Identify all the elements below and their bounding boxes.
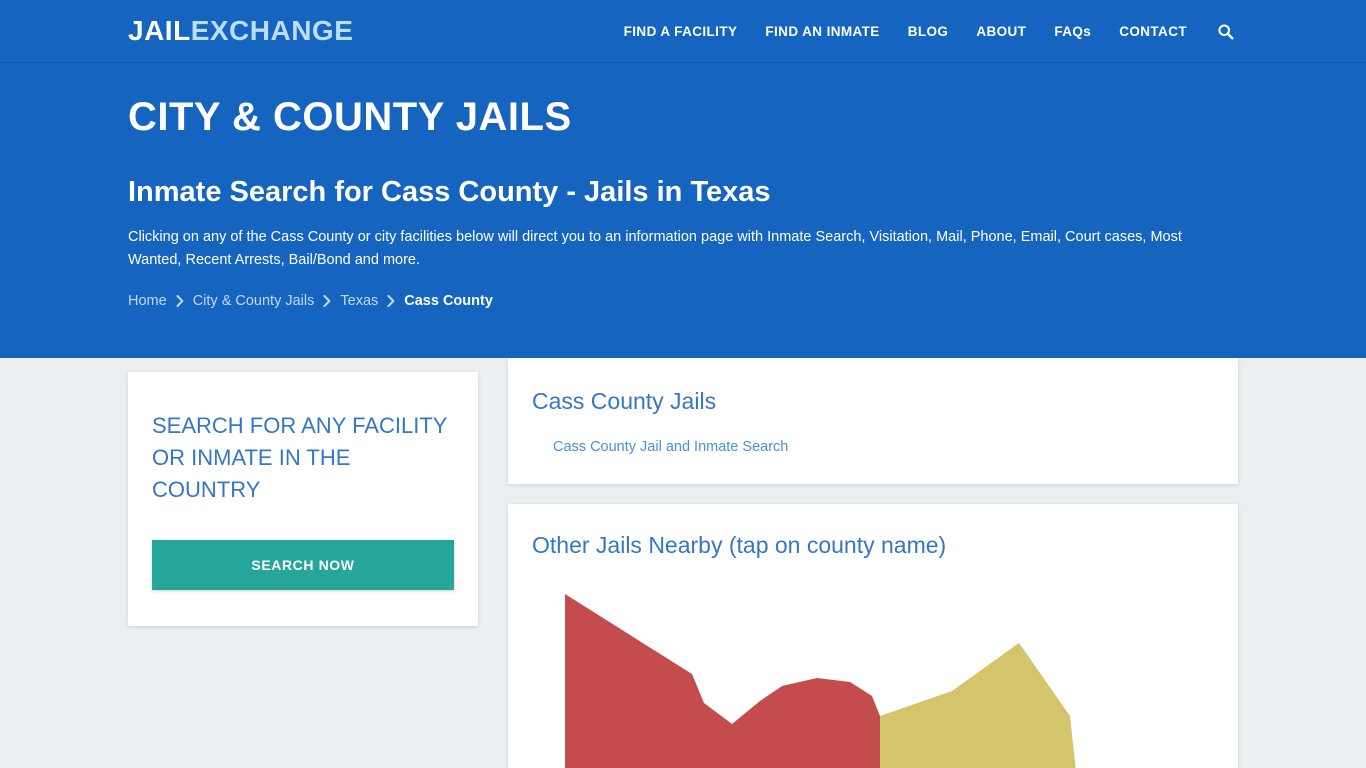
nav-item-faqs[interactable]: FAQs <box>1040 24 1105 39</box>
chevron-right-icon <box>387 295 395 308</box>
county-jails-card: Cass County Jails Cass County Jail and I… <box>508 358 1238 484</box>
nav-item-blog[interactable]: BLOG <box>894 24 963 39</box>
sidebar-column: SEARCH FOR ANY FACILITY OR INMATE IN THE… <box>128 372 478 626</box>
other-jails-nearby-heading: Other Jails Nearby (tap on county name) <box>532 531 947 558</box>
logo-text-exchange: EXCHANGE <box>190 15 354 46</box>
chevron-right-icon <box>323 295 331 308</box>
nav-item-find-an-inmate[interactable]: FIND AN INMATE <box>751 24 893 39</box>
county-map[interactable] <box>532 581 1214 768</box>
search-card-title: SEARCH FOR ANY FACILITY OR INMATE IN THE… <box>152 413 448 502</box>
page-title: CITY & COUNTY JAILS <box>128 95 572 139</box>
breadcrumb-item-city-county-jails[interactable]: City & County Jails <box>193 293 315 309</box>
breadcrumb-item-cass-county: Cass County <box>404 293 493 310</box>
county-region-yellow[interactable] <box>880 643 1077 768</box>
county-jails-heading: Cass County Jails <box>532 388 717 414</box>
main-menu: FIND A FACILITY FIND AN INMATE BLOG ABOU… <box>610 23 1238 40</box>
page-subtitle: Inmate Search for Cass County - Jails in… <box>128 176 771 208</box>
page-description: Clicking on any of the Cass County or ci… <box>128 229 1182 268</box>
nav-item-about[interactable]: ABOUT <box>962 24 1040 39</box>
search-now-button[interactable]: SEARCH NOW <box>152 539 454 590</box>
nav-item-find-a-facility[interactable]: FIND A FACILITY <box>610 24 752 39</box>
logo-text-jail: JAIL <box>128 15 191 46</box>
jail-link-list: Cass County Jail and Inmate Search <box>532 438 1214 456</box>
hero-banner: CITY & COUNTY JAILS Inmate Search for Ca… <box>0 63 1366 358</box>
breadcrumb-item-home[interactable]: Home <box>128 293 167 309</box>
county-region-red[interactable] <box>565 594 880 768</box>
main-column: Cass County Jails Cass County Jail and I… <box>508 358 1238 768</box>
site-logo[interactable]: JAILEXCHANGE <box>128 17 353 45</box>
nav-item-contact[interactable]: CONTACT <box>1105 24 1201 39</box>
list-item: Cass County Jail and Inmate Search <box>532 438 1214 456</box>
search-facility-card: SEARCH FOR ANY FACILITY OR INMATE IN THE… <box>128 372 478 626</box>
chevron-right-icon <box>176 295 184 308</box>
breadcrumb-item-texas[interactable]: Texas <box>340 293 378 309</box>
jail-link-cass-county-jail-and-inmate-search[interactable]: Cass County Jail and Inmate Search <box>553 439 788 455</box>
content-area: SEARCH FOR ANY FACILITY OR INMATE IN THE… <box>0 358 1366 768</box>
search-icon[interactable] <box>1201 23 1238 40</box>
top-navigation-bar: JAILEXCHANGE FIND A FACILITY FIND AN INM… <box>0 0 1366 63</box>
breadcrumb: Home City & County Jails Texas Cass Coun… <box>128 293 1238 309</box>
other-jails-nearby-card: Other Jails Nearby (tap on county name) <box>508 503 1238 768</box>
